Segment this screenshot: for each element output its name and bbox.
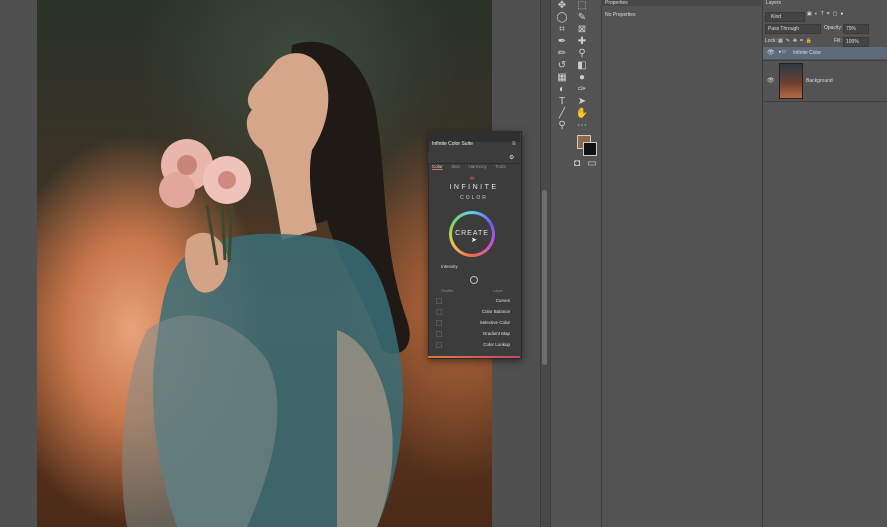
visibility-eye-icon[interactable]: 👁	[767, 49, 775, 56]
plugin-title: Infinite Color Suite	[432, 141, 473, 147]
fill-field[interactable]: 100%	[843, 37, 869, 47]
crop-icon[interactable]: ⌗	[555, 24, 569, 35]
move-tool-icon[interactable]: ✥	[555, 0, 569, 11]
lasso-icon[interactable]: ◯	[555, 12, 569, 23]
plugin-menu-icon[interactable]: ≡	[512, 141, 516, 147]
shuffle-checkbox[interactable]	[436, 297, 442, 304]
layer-name: Background	[806, 78, 833, 84]
plugin-accent-bar	[428, 356, 520, 358]
opacity-label: Opacity:	[824, 25, 843, 31]
layer-row-infinite-color[interactable]: 👁 ▸▭ Infinite Color	[763, 47, 887, 59]
eyedropper-icon[interactable]: ✒	[555, 36, 569, 47]
rect-marquee-icon[interactable]: ⬚	[575, 0, 589, 11]
tab-harmony[interactable]: Harmony	[468, 164, 486, 169]
layer-filter-select[interactable]: Kind	[765, 12, 805, 22]
properties-panel	[601, 0, 762, 527]
logo-text-color: COLOR	[460, 195, 488, 201]
tool-grid: ✥ ⬚ ◯ ✎ ⌗ ⊠ ✒ ✚ ✏ ⚲ ↺ ◧ ▦ ● ◐ ✑ T ➤ ╱ ✋ …	[553, 0, 599, 131]
shuffle-column-label: Shuffle	[441, 288, 454, 293]
adjustment-label: Color Balance	[481, 309, 510, 314]
opacity-field[interactable]: 79%	[843, 24, 869, 34]
gradient-icon[interactable]: ▦	[555, 72, 569, 83]
filter-kind-label: Kind	[771, 14, 782, 20]
intensity-label: Intensity	[441, 264, 458, 269]
blur-icon[interactable]: ●	[575, 72, 589, 83]
layer-column-label: Layer	[493, 288, 504, 293]
fill-value: 100%	[846, 39, 859, 45]
background-color-swatch[interactable]	[583, 142, 597, 156]
path-select-icon[interactable]: ➤	[575, 96, 589, 107]
infinite-color-logo-icon: ∞	[469, 175, 475, 182]
scrollbar-thumb[interactable]	[542, 190, 547, 365]
line-tool-icon[interactable]: ╱	[555, 108, 569, 119]
layer-name: Infinite Color	[793, 50, 822, 56]
mouse-cursor-icon: ➤	[471, 237, 477, 244]
logo-text-infinite: INFINITE	[449, 184, 499, 191]
lock-label: Lock:	[765, 38, 777, 44]
blend-mode-select[interactable]: Pass Through	[765, 24, 821, 34]
history-brush-icon[interactable]: ↺	[555, 60, 569, 71]
adjustment-row-color-lookup[interactable]: Color Lookup	[436, 340, 510, 349]
adjustment-label: Color Lookup	[483, 342, 510, 347]
plugin-tabs: Color Skin Harmony Tools ⚙	[428, 152, 520, 170]
opacity-value: 79%	[846, 26, 857, 32]
adjustment-row-selective-color[interactable]: Selective Color	[436, 318, 510, 327]
spot-heal-icon[interactable]: ✚	[575, 36, 589, 47]
adjustment-row-curves[interactable]: Curves	[436, 296, 510, 305]
visibility-eye-icon[interactable]: 👁	[767, 77, 775, 84]
shuffle-checkbox[interactable]	[436, 341, 442, 348]
tab-tools[interactable]: Tools	[495, 164, 506, 169]
adjustment-row-gradient-map[interactable]: Gradient Map	[436, 329, 510, 338]
shuffle-checkbox[interactable]	[436, 319, 442, 326]
zoom-icon[interactable]: ⚲	[555, 120, 569, 131]
tab-skin[interactable]: Skin	[451, 164, 460, 169]
clone-stamp-icon[interactable]: ⚲	[575, 48, 589, 59]
more-tools-icon[interactable]: ⋯	[575, 120, 589, 131]
quick-select-icon[interactable]: ✎	[575, 12, 589, 23]
tab-color[interactable]: Color	[432, 164, 443, 170]
eraser-icon[interactable]: ◧	[575, 60, 589, 71]
group-folder-icon: ▸▭	[779, 49, 787, 55]
lock-icons[interactable]: ▦✎✥⌗🔒	[778, 38, 815, 44]
adjustment-label: Gradient Map	[482, 331, 510, 336]
pen-icon[interactable]: ✑	[575, 84, 589, 95]
fill-label: Fill:	[834, 38, 842, 44]
adjustment-label: Selective Color	[479, 320, 510, 325]
properties-empty-text: No Properties	[605, 12, 636, 18]
layer-thumbnail	[779, 63, 803, 99]
layers-title: Layers	[766, 0, 782, 6]
shuffle-checkbox[interactable]	[436, 308, 442, 315]
screen-mode-icon[interactable]: ▭	[585, 158, 599, 169]
blend-mode-value: Pass Through	[768, 26, 800, 32]
photo-subject-illustration	[122, 41, 410, 527]
type-icon[interactable]: T	[555, 96, 569, 107]
intensity-knob[interactable]	[470, 276, 478, 284]
dodge-icon[interactable]: ◐	[555, 84, 569, 95]
settings-gear-icon[interactable]: ⚙	[509, 154, 514, 161]
shuffle-checkbox[interactable]	[436, 330, 442, 337]
hand-icon[interactable]: ✋	[575, 108, 589, 119]
properties-title: Properties	[605, 0, 628, 6]
quick-mask-icon[interactable]: ◘	[570, 158, 584, 169]
brush-icon[interactable]: ✏	[555, 48, 569, 59]
adjustment-label: Curves	[495, 298, 510, 303]
adjustment-row-color-balance[interactable]: Color Balance	[436, 307, 510, 316]
layer-filter-icons[interactable]: ▣◐T⌗▢●	[807, 11, 846, 17]
document-photo[interactable]	[37, 0, 492, 527]
frame-icon[interactable]: ⊠	[575, 24, 589, 35]
